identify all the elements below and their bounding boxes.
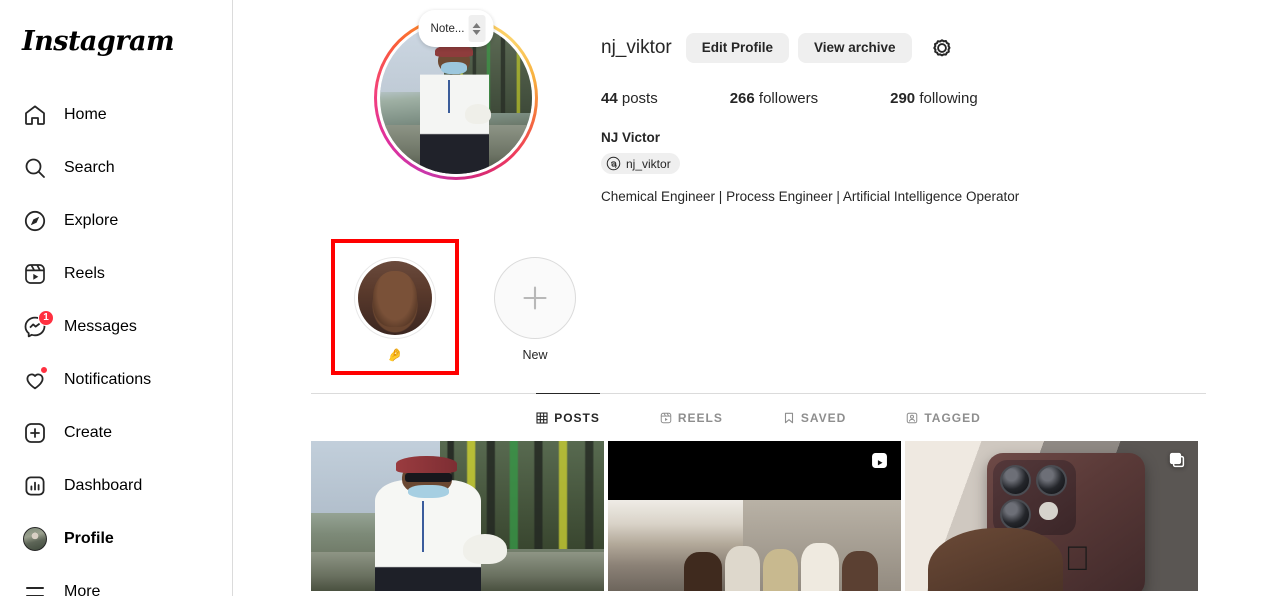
profile-bio: Chemical Engineer | Process Engineer | A… <box>601 189 1020 204</box>
profile-actions-row: nj_viktor Edit Profile View archive <box>601 32 1206 64</box>
new-highlight-item[interactable]: New <box>473 241 597 374</box>
post-tile-2[interactable] <box>608 441 901 592</box>
sidebar-item-label: Profile <box>64 529 114 547</box>
story-highlights: 🤌 New <box>311 238 1206 376</box>
tab-reels[interactable]: REELS <box>660 393 723 441</box>
following-label: following <box>919 90 978 107</box>
followers-count: 266 <box>729 90 755 107</box>
avatar <box>23 526 47 551</box>
chevron-down-icon <box>472 29 481 35</box>
plus-icon <box>517 280 553 316</box>
sidebar-item-search[interactable]: Search <box>12 141 220 194</box>
following-stat[interactable]: 290 following <box>890 90 978 107</box>
sidebar-item-label: Search <box>64 158 115 176</box>
profile-container: Note... nj_viktor Edit Profile View arch… <box>311 0 1206 592</box>
page-title: nj_viktor <box>601 37 672 58</box>
note-bubble[interactable]: Note... <box>418 10 494 47</box>
instagram-logo[interactable]: Instagram <box>12 8 220 82</box>
sidebar-item-label: Explore <box>64 211 119 229</box>
profile-stats: 44 posts 266 followers 290 following <box>601 90 1206 107</box>
spinner-arrows-icon[interactable] <box>468 15 486 42</box>
tab-tagged[interactable]: TAGGED <box>906 393 980 441</box>
new-highlight-label: New <box>522 347 548 362</box>
heart-icon <box>22 365 48 393</box>
hamburger-icon <box>22 579 48 596</box>
threads-icon <box>606 156 621 171</box>
carousel-icon <box>1168 451 1186 469</box>
plus-square-icon <box>22 420 48 446</box>
tab-saved[interactable]: SAVED <box>783 393 846 441</box>
sidebar-item-messages[interactable]: 1 Messages <box>12 300 220 353</box>
main-content: Note... nj_viktor Edit Profile View arch… <box>233 0 1280 596</box>
note-text: Note... <box>430 22 465 35</box>
sidebar-item-label: Create <box>64 423 113 441</box>
posts-count: 44 <box>601 90 618 107</box>
tab-label: SAVED <box>800 411 847 426</box>
messages-badge: 1 <box>38 309 54 326</box>
posts-label: posts <box>621 90 658 107</box>
chevron-up-icon <box>472 22 481 28</box>
profile-tabs-wrap: POSTS REELS SAVED TAGGED <box>311 393 1206 441</box>
post-tile-3[interactable]:  <box>905 441 1198 592</box>
home-icon <box>22 102 48 128</box>
settings-button[interactable] <box>927 37 957 59</box>
sidebar-item-label: Notifications <box>64 370 152 388</box>
sidebar-item-label: Reels <box>64 264 105 282</box>
sidebar-item-explore[interactable]: Explore <box>12 194 220 247</box>
reels-icon <box>22 261 48 287</box>
view-archive-button[interactable]: View archive <box>798 33 912 63</box>
story-highlight-circle <box>354 256 436 339</box>
sidebar-item-label: Dashboard <box>64 476 143 494</box>
tab-posts[interactable]: POSTS <box>536 393 600 441</box>
sidebar-item-reels[interactable]: Reels <box>12 247 220 300</box>
sidebar-nav: Home Search Explore Reels 1 Messages Not… <box>12 88 220 596</box>
sidebar-item-more[interactable]: More <box>12 565 220 596</box>
bookmark-icon <box>783 412 795 424</box>
messenger-icon: 1 <box>22 309 54 340</box>
story-highlight-label: 🤌 <box>387 347 403 362</box>
profile-picture-column: Note... <box>311 10 601 207</box>
sidebar: Instagram Home Search Explore Reels 1 Me… <box>0 0 233 596</box>
tagged-icon <box>906 412 918 424</box>
reels-icon <box>660 412 672 424</box>
apple-logo-icon:  <box>1060 540 1095 578</box>
sidebar-item-dashboard[interactable]: Dashboard <box>12 459 220 512</box>
tab-label: POSTS <box>554 411 600 426</box>
sidebar-item-create[interactable]: Create <box>12 406 220 459</box>
search-icon <box>22 155 48 181</box>
followers-stat[interactable]: 266 followers <box>730 90 818 107</box>
sidebar-item-label: Home <box>64 105 107 123</box>
chart-icon <box>22 473 48 499</box>
sidebar-item-notifications[interactable]: Notifications <box>12 353 220 406</box>
instagram-profile-page: Instagram Home Search Explore Reels 1 Me… <box>0 0 1280 596</box>
sidebar-item-label: Messages <box>64 317 137 335</box>
story-highlight-item[interactable]: 🤌 <box>331 238 459 376</box>
threads-badge[interactable]: nj_viktor <box>601 153 680 174</box>
profile-picture-wrap: Note... <box>374 10 538 180</box>
grid-icon <box>536 412 548 424</box>
post-tile-1[interactable] <box>311 441 604 592</box>
tab-label: REELS <box>677 411 723 426</box>
avatar-icon <box>22 526 48 552</box>
new-highlight-circle <box>494 256 576 339</box>
threads-handle: nj_viktor <box>626 156 671 171</box>
sidebar-item-profile[interactable]: Profile <box>12 512 220 565</box>
edit-profile-button[interactable]: Edit Profile <box>685 33 790 63</box>
story-highlight-cover <box>358 260 432 335</box>
sidebar-item-label: More <box>64 582 101 596</box>
profile-info-column: nj_viktor Edit Profile View archive 44 p… <box>601 16 1206 207</box>
notifications-dot <box>40 365 48 374</box>
followers-label: followers <box>758 90 819 107</box>
following-count: 290 <box>890 90 916 107</box>
gear-icon <box>931 37 953 59</box>
reels-icon <box>870 451 889 470</box>
profile-header: Note... nj_viktor Edit Profile View arch… <box>311 0 1206 207</box>
profile-tabs: POSTS REELS SAVED TAGGED <box>311 393 1206 441</box>
sidebar-item-home[interactable]: Home <box>12 88 220 141</box>
posts-stat[interactable]: 44 posts <box>601 90 658 107</box>
tab-label: TAGGED <box>924 411 981 426</box>
profile-full-name: NJ Victor <box>601 130 661 145</box>
post-grid:  <box>311 441 1206 592</box>
compass-icon <box>22 208 48 234</box>
